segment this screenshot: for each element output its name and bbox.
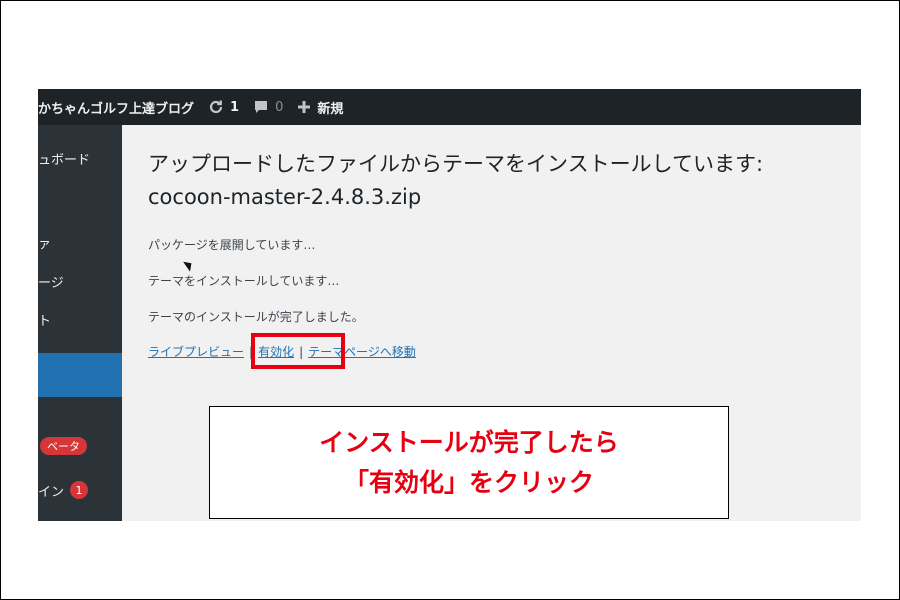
- beta-badge: ベータ: [40, 437, 87, 455]
- refresh-icon: [208, 99, 224, 115]
- admin-sidebar: ュボード ァ ージ ト ベータ イン 1: [38, 125, 123, 521]
- sidebar-item-appearance-active[interactable]: [38, 353, 122, 397]
- sidebar-item-beta[interactable]: ベータ: [38, 435, 120, 457]
- status-message: テーマをインストールしています…: [148, 274, 340, 288]
- live-preview-link[interactable]: ライブプレビュー: [148, 345, 244, 359]
- new-content-link[interactable]: 新規: [297, 89, 343, 125]
- admin-bar: かちゃんゴルフ上達ブログ 1 0 新規: [38, 89, 861, 125]
- plus-icon: [297, 100, 311, 114]
- instruction-callout: インストールが完了したら 「有効化」をクリック: [209, 406, 729, 519]
- page-title: アップロードしたファイルからテーマをインストールしています: cocoon-ma…: [148, 152, 764, 209]
- sidebar-item-plugins[interactable]: イン 1: [38, 479, 122, 501]
- new-label: 新規: [317, 101, 344, 117]
- plugins-update-badge: 1: [70, 481, 89, 499]
- callout-line: インストールが完了したら: [319, 427, 619, 457]
- sidebar-item-label: イン: [38, 484, 65, 500]
- sidebar-item-label: ュボード: [38, 152, 91, 168]
- comments-count: 0: [275, 99, 284, 115]
- site-name: かちゃんゴルフ上達ブログ: [38, 101, 195, 117]
- sidebar-item-label: ァ: [38, 236, 52, 252]
- sidebar-submenu: [38, 397, 122, 521]
- sidebar-item-label: ト: [38, 313, 52, 329]
- status-message: パッケージを展開しています…: [148, 238, 316, 252]
- sidebar-item-pages[interactable]: ージ: [38, 270, 122, 292]
- sidebar-item-media[interactable]: ァ: [38, 231, 122, 253]
- sidebar-item-comments[interactable]: ト: [38, 308, 122, 330]
- site-name-link[interactable]: かちゃんゴルフ上達ブログ: [38, 89, 194, 125]
- callout-line: 「有効化」をクリック: [343, 467, 594, 497]
- comment-icon: [253, 99, 269, 115]
- updates-link[interactable]: 1: [208, 89, 239, 125]
- status-message: テーマのインストールが完了しました。: [148, 310, 364, 324]
- sidebar-item-label: ージ: [38, 275, 64, 291]
- activate-highlight-box: [251, 333, 345, 369]
- updates-count: 1: [230, 99, 240, 115]
- sidebar-item-dashboard[interactable]: ュボード: [38, 147, 122, 169]
- comments-link[interactable]: 0: [253, 89, 283, 125]
